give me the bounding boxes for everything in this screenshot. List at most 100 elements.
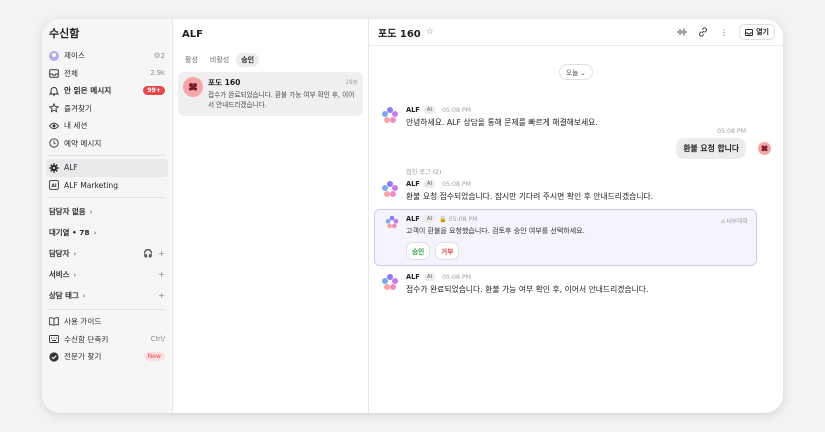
keyboard-icon xyxy=(49,334,59,344)
app-window: 수신함 제이스 ⚙ 2 전체 2.9k 안 읽은 메시지 99+ 즐겨찾기 내 … xyxy=(42,19,783,413)
approval-card: ⌂ 내부대화 ALF AI 🔒 05:08 PM 고객이 환불을 요청했습니다.… xyxy=(374,209,757,266)
sidebar-item-label: 내 세션 xyxy=(64,121,88,131)
chevron-right-icon: › xyxy=(89,207,93,216)
bot-name: ALF xyxy=(406,273,420,281)
divider xyxy=(48,197,166,198)
sidebar-item-count: 2.9k xyxy=(150,69,165,78)
unread-badge: 99+ xyxy=(143,86,165,96)
headset-icon[interactable]: 🎧 xyxy=(143,249,153,258)
divider xyxy=(48,309,166,310)
sidebar-item-label: 안 읽은 메시지 xyxy=(64,86,112,96)
bot-message: ALF AI 05:08 PM 접수가 완료되었습니다. 환불 가능 여부 확인… xyxy=(381,273,648,295)
chevron-down-icon: ⌄ xyxy=(580,69,586,77)
avatar xyxy=(758,142,771,155)
folded-log-toggle[interactable]: 접힌 로그 (2) xyxy=(406,167,441,176)
sidebar-item-all[interactable]: 전체 2.9k xyxy=(46,65,168,83)
mail-icon xyxy=(745,28,754,36)
verified-icon xyxy=(49,352,59,362)
chevron-right-icon: › xyxy=(73,270,77,279)
user-count: 2 xyxy=(160,51,165,60)
ai-box-icon: AI xyxy=(49,180,59,191)
bot-name: ALF xyxy=(406,180,420,188)
divider xyxy=(48,155,166,156)
sidebar-item-alf-marketing[interactable]: AI ALF Marketing xyxy=(46,177,168,195)
avatar xyxy=(183,77,203,97)
group-queue[interactable]: 대기열 • 78 › xyxy=(46,222,168,243)
sidebar-item-label: 전체 xyxy=(64,68,78,78)
link-icon[interactable] xyxy=(696,25,710,39)
chat-title: 포도 160 xyxy=(378,28,421,40)
conversation-time: 19분 xyxy=(345,80,358,86)
chevron-right-icon: › xyxy=(93,228,97,237)
message-text: 환불 요청 접수되었습니다. 잠시만 기다려 주시면 확인 후 안내드리겠습니다… xyxy=(406,192,654,201)
tab-approval[interactable]: 승인 xyxy=(236,53,260,67)
alf-logo-icon xyxy=(382,181,398,197)
group-tags[interactable]: 상담 태그 › + xyxy=(46,285,168,306)
star-icon xyxy=(49,103,59,113)
add-icon[interactable]: + xyxy=(158,270,165,279)
sidebar-item-label: ALF xyxy=(64,163,78,173)
sidebar-item-guide[interactable]: 사용 가이드 xyxy=(46,313,168,331)
sidebar-item-scheduled[interactable]: 예약 메시지 xyxy=(46,135,168,153)
message-text: 안녕하세요. ALF 상담을 통해 문제를 빠르게 해결해보세요. xyxy=(406,118,598,127)
conversation-list-panel: ALF 활성 비활성 승인 포도 160 19분 접수가 완료되었습니다. 환불… xyxy=(173,19,369,413)
day-label: 오늘 xyxy=(566,69,579,77)
bot-name: ALF xyxy=(406,106,420,114)
alf-logo-icon xyxy=(382,274,398,290)
sidebar-item-label: 수신함 단축키 xyxy=(64,334,109,344)
sidebar-item-label: 전문가 찾기 xyxy=(64,352,102,362)
approval-text: 고객이 환불을 요청했습니다. 검토후 승인 여부를 선택하세요. xyxy=(406,227,585,235)
group-service[interactable]: 서비스 › + xyxy=(46,264,168,285)
star-icon[interactable]: ☆ xyxy=(426,27,434,37)
day-selector[interactable]: 오늘 ⌄ xyxy=(559,64,593,80)
sidebar-user[interactable]: 제이스 ⚙ 2 xyxy=(46,47,168,65)
gear-icon xyxy=(49,163,59,173)
sidebar-item-my-sessions[interactable]: 내 세션 xyxy=(46,117,168,135)
waveform-icon[interactable] xyxy=(675,25,689,39)
bot-name: ALF xyxy=(406,215,420,223)
bell-icon xyxy=(49,86,59,96)
conversation-preview: 접수가 완료되었습니다. 환불 가능 여부 확인 후, 이어서 안내드리겠습니다… xyxy=(208,91,355,109)
settings-icon[interactable]: ⚙ xyxy=(154,51,161,60)
sidebar-item-unread[interactable]: 안 읽은 메시지 99+ xyxy=(46,82,168,100)
sidebar-item-label: ALF Marketing xyxy=(64,180,119,190)
clock-icon xyxy=(49,138,59,148)
reject-button[interactable]: 거부 xyxy=(435,242,460,260)
chat-body: 오늘 ⌄ ALF AI 05:08 PM 안녕하세요. ALF 상담을 통해 문… xyxy=(369,46,783,413)
internal-label-text: 내부대화 xyxy=(726,219,748,225)
tab-active[interactable]: 활성 xyxy=(180,53,203,67)
sidebar-item-find-expert[interactable]: 전문가 찾기 New xyxy=(46,348,168,366)
user-message: 환불 요청 합니다 xyxy=(676,138,746,159)
alf-logo-icon xyxy=(382,107,398,123)
group-unassigned[interactable]: 담당자 없음 › xyxy=(46,201,168,222)
message-time: 05:08 PM xyxy=(442,180,471,188)
approve-button[interactable]: 승인 xyxy=(406,242,431,260)
group-label: 상담 태그 xyxy=(49,291,79,300)
message-time: 05:08 PM xyxy=(442,106,471,114)
chat-header: 포도 160 ☆ ⋮ 열기 xyxy=(369,19,783,46)
sidebar-item-label: 즐겨찾기 xyxy=(64,103,92,113)
sidebar-item-label: 사용 가이드 xyxy=(64,317,102,327)
sidebar-title: 수신함 xyxy=(49,27,80,40)
add-icon[interactable]: + xyxy=(158,291,165,300)
message-text: 접수가 완료되었습니다. 환불 가능 여부 확인 후, 이어서 안내드리겠습니다… xyxy=(406,285,649,294)
open-button[interactable]: 열기 xyxy=(739,24,775,40)
conversation-item[interactable]: 포도 160 19분 접수가 완료되었습니다. 환불 가능 여부 확인 후, 이… xyxy=(178,72,363,116)
group-label: 담당자 xyxy=(49,249,70,258)
user-name: 제이스 xyxy=(64,51,85,61)
book-icon xyxy=(49,317,59,327)
group-assignee[interactable]: 담당자 › 🎧 + xyxy=(46,243,168,264)
sidebar-item-favorites[interactable]: 즐겨찾기 xyxy=(46,100,168,118)
shortcut-hint: Ctrl/ xyxy=(150,335,165,344)
eye-icon xyxy=(49,121,59,131)
sidebar-item-alf[interactable]: ALF xyxy=(46,159,168,177)
sidebar: 수신함 제이스 ⚙ 2 전체 2.9k 안 읽은 메시지 99+ 즐겨찾기 내 … xyxy=(42,19,173,413)
chat-panel: 포도 160 ☆ ⋮ 열기 오늘 ⌄ ALF AI 05:08 PM 안녕하세요… xyxy=(369,19,783,413)
add-icon[interactable]: + xyxy=(158,249,165,258)
ai-tag: AI xyxy=(423,106,436,114)
more-vertical-icon[interactable]: ⋮ xyxy=(717,25,731,39)
sidebar-item-shortcuts[interactable]: 수신함 단축키 Ctrl/ xyxy=(46,331,168,349)
bot-message: ALF AI 05:08 PM 환불 요청 접수되었습니다. 잠시만 기다려 주… xyxy=(381,180,653,202)
tab-inactive[interactable]: 비활성 xyxy=(205,53,234,67)
list-tabs: 활성 비활성 승인 xyxy=(178,47,363,69)
